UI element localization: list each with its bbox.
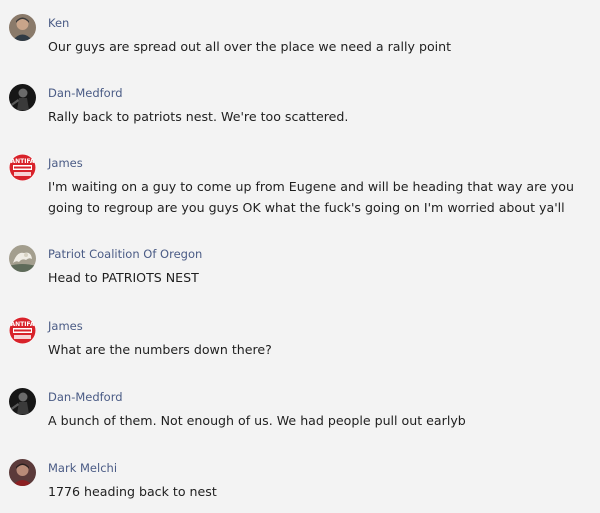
message-author[interactable]: Mark Melchi bbox=[48, 461, 117, 475]
dan-medford-avatar-icon[interactable] bbox=[9, 388, 36, 415]
dan-medford-avatar-icon[interactable] bbox=[9, 84, 36, 111]
james-avatar-icon[interactable]: ANTIFA bbox=[9, 317, 36, 344]
patriot-coalition-avatar-icon[interactable] bbox=[9, 245, 36, 272]
message-text: Our guys are spread out all over the pla… bbox=[48, 39, 452, 54]
ken-avatar-icon[interactable] bbox=[9, 14, 36, 41]
message-author[interactable]: Dan-Medford bbox=[48, 86, 123, 100]
message-author[interactable]: Patriot Coalition Of Oregon bbox=[48, 247, 202, 261]
svg-text:ANTIFA: ANTIFA bbox=[10, 158, 34, 165]
message-author[interactable]: James bbox=[48, 319, 83, 333]
message-text: Head to PATRIOTS NEST bbox=[48, 270, 199, 285]
message-text: I'm waiting on a guy to come up from Eug… bbox=[48, 179, 574, 215]
message-author[interactable]: James bbox=[48, 156, 83, 170]
message-text: Rally back to patriots nest. We're too s… bbox=[48, 109, 349, 124]
chat-message-list: Ken Our guys are spread out all over the… bbox=[0, 0, 600, 513]
message-text: What are the numbers down there? bbox=[48, 342, 272, 357]
svg-text:ANTIFA: ANTIFA bbox=[10, 321, 34, 328]
james-avatar-icon[interactable]: ANTIFA bbox=[9, 154, 36, 181]
message-text: A bunch of them. Not enough of us. We ha… bbox=[48, 413, 466, 428]
message-author[interactable]: Ken bbox=[48, 16, 69, 30]
message-text: 1776 heading back to nest bbox=[48, 484, 217, 499]
message-author[interactable]: Dan-Medford bbox=[48, 390, 123, 404]
mark-melchi-avatar-icon[interactable] bbox=[9, 459, 36, 486]
